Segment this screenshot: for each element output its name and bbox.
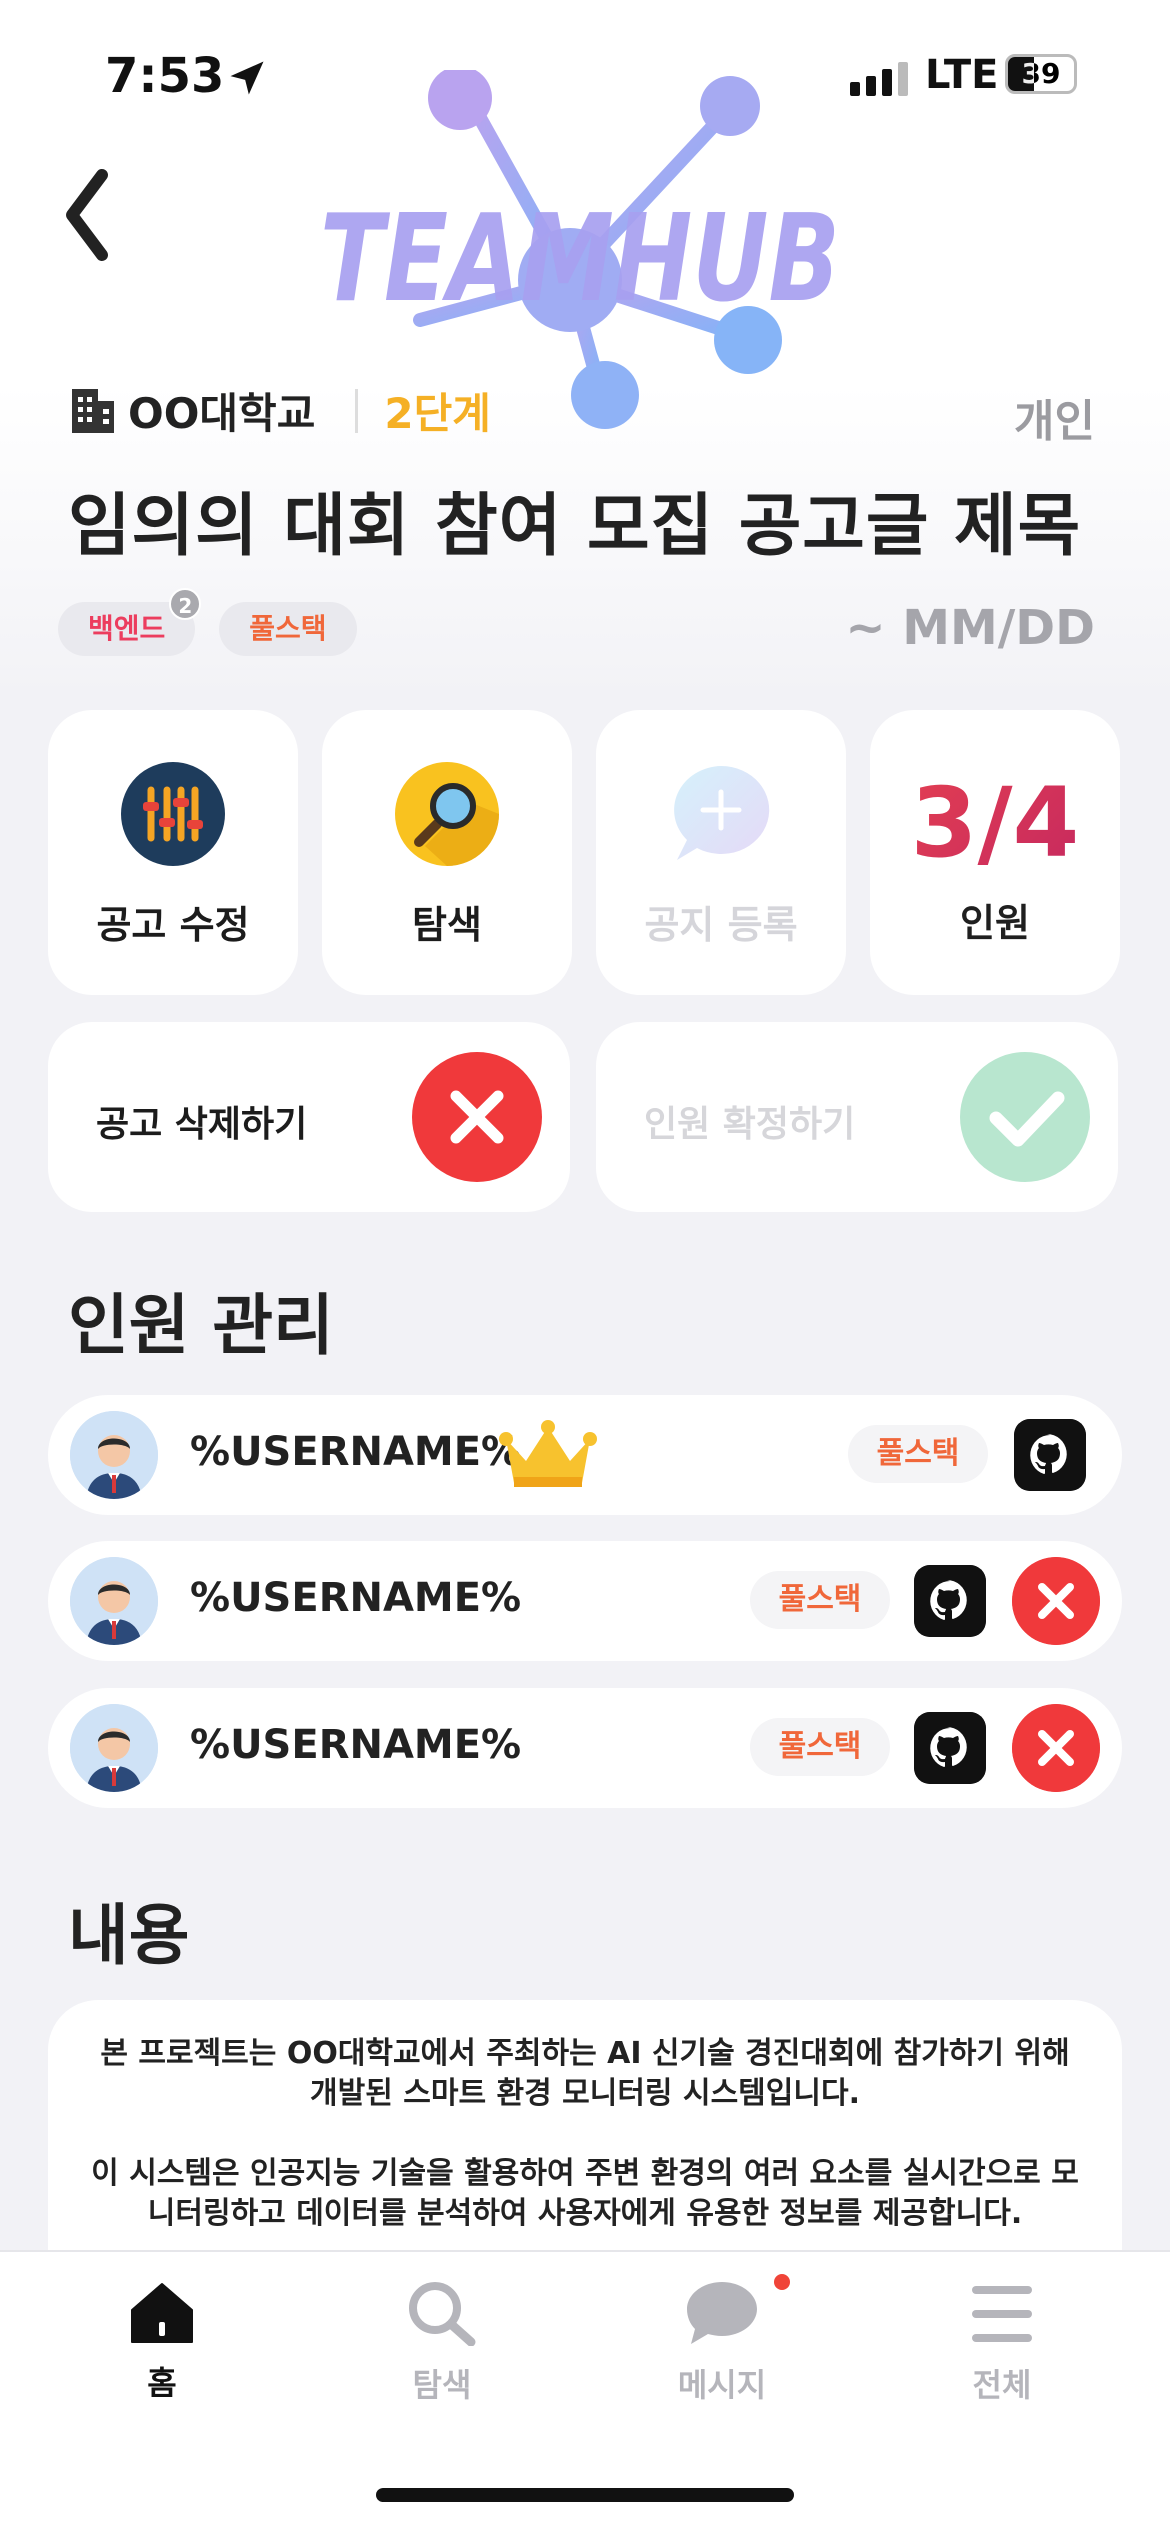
check-icon bbox=[960, 1052, 1090, 1182]
unread-dot bbox=[774, 2274, 790, 2290]
logo-text: TEAMHUB bbox=[320, 190, 840, 329]
stage-label: 2단계 bbox=[384, 389, 491, 438]
tab-message[interactable]: 메시지 bbox=[622, 2280, 822, 2406]
crown-icon bbox=[499, 1420, 597, 1487]
edit-post-button[interactable]: 공고 수정 bbox=[48, 710, 298, 995]
confirm-members-label: 인원 확정하기 bbox=[644, 1104, 856, 1145]
content-section-title: 내용 bbox=[68, 1897, 190, 1974]
location-arrow-icon bbox=[230, 61, 264, 95]
deadline: ~ MM/DD bbox=[845, 600, 1095, 656]
explore-label: 탐색 bbox=[412, 903, 482, 947]
post-meta: OO대학교 2단계 bbox=[70, 380, 491, 441]
magnifier-icon bbox=[395, 762, 499, 866]
github-icon[interactable] bbox=[1014, 1419, 1086, 1491]
member-name: %USERNAME% bbox=[190, 1429, 522, 1475]
tab-search[interactable]: 탐색 bbox=[342, 2280, 542, 2406]
delete-post-button[interactable]: 공고 삭제하기 bbox=[48, 1022, 570, 1212]
content-paragraph: 본 프로젝트는 OO대학교에서 주최하는 AI 신기술 경진대회에 참가하기 위… bbox=[100, 2036, 1070, 2111]
confirm-members-button[interactable]: 인원 확정하기 bbox=[596, 1022, 1118, 1212]
member-role: 풀스택 bbox=[750, 1718, 890, 1776]
add-notice-icon bbox=[674, 765, 770, 860]
chat-bubble-icon bbox=[687, 2282, 757, 2344]
building-icon bbox=[72, 388, 114, 433]
member-row: %USERNAME% 풀스택 bbox=[48, 1688, 1122, 1808]
remove-member-icon[interactable] bbox=[1012, 1557, 1100, 1645]
post-title: 임의의 대회 참여 모집 공고글 제목 bbox=[68, 487, 1082, 566]
remove-member-icon[interactable] bbox=[1012, 1704, 1100, 1792]
status-time: 7:53 bbox=[105, 48, 225, 104]
github-icon[interactable] bbox=[914, 1565, 986, 1637]
back-arrow-icon[interactable] bbox=[62, 165, 112, 265]
post-type: 개인 bbox=[1014, 396, 1095, 447]
member-section-title: 인원 관리 bbox=[68, 1287, 334, 1364]
avatar bbox=[70, 1704, 158, 1792]
member-role: 풀스택 bbox=[848, 1425, 988, 1483]
network-label: LTE bbox=[925, 52, 999, 98]
members-ratio: 3/4 bbox=[910, 767, 1080, 879]
edit-post-label: 공고 수정 bbox=[96, 903, 250, 947]
tab-home[interactable]: 홈 bbox=[62, 2280, 262, 2404]
avatar bbox=[70, 1411, 158, 1499]
menu-icon bbox=[972, 2286, 1032, 2342]
member-row: %USERNAME% 풀스택 bbox=[48, 1395, 1122, 1515]
member-role: 풀스택 bbox=[750, 1571, 890, 1629]
divider bbox=[355, 388, 359, 433]
member-name: %USERNAME% bbox=[190, 1575, 522, 1621]
tag-label: 백엔드 bbox=[88, 612, 166, 645]
tag-fullstack: 풀스택 bbox=[219, 602, 357, 656]
members-count-card: 3/4 인원 bbox=[870, 710, 1120, 995]
tag-label: 풀스택 bbox=[249, 612, 327, 645]
member-name: %USERNAME% bbox=[190, 1722, 522, 1768]
home-indicator bbox=[376, 2488, 794, 2502]
search-icon bbox=[409, 2282, 476, 2346]
tag-backend: 백엔드 2 bbox=[58, 588, 202, 656]
university-name: OO대학교 bbox=[128, 389, 316, 438]
close-icon bbox=[412, 1052, 542, 1182]
tab-message-label: 메시지 bbox=[677, 2366, 767, 2404]
tag-list: 백엔드 2 풀스택 bbox=[58, 588, 357, 656]
tab-search-label: 탐색 bbox=[412, 2366, 472, 2404]
delete-post-label: 공고 삭제하기 bbox=[96, 1104, 308, 1145]
sliders-icon bbox=[121, 762, 225, 866]
battery-icon: 39 bbox=[1005, 54, 1077, 94]
register-notice-button[interactable]: 공지 등록 bbox=[596, 710, 846, 995]
tab-home-label: 홈 bbox=[147, 2364, 177, 2402]
register-notice-label: 공지 등록 bbox=[644, 903, 798, 947]
member-row: %USERNAME% 풀스택 bbox=[48, 1541, 1122, 1661]
tab-all[interactable]: 전체 bbox=[902, 2280, 1102, 2406]
explore-button[interactable]: 탐색 bbox=[322, 710, 572, 995]
tag-count-badge: 2 bbox=[169, 588, 202, 620]
members-label: 인원 bbox=[960, 901, 1030, 945]
github-icon[interactable] bbox=[914, 1712, 986, 1784]
tab-all-label: 전체 bbox=[972, 2366, 1032, 2404]
content-paragraph: 이 시스템은 인공지능 기술을 활용하여 주변 환경의 여러 요소를 실시간으로… bbox=[91, 2156, 1079, 2231]
avatar bbox=[70, 1557, 158, 1645]
battery-percent: 39 bbox=[1021, 57, 1061, 90]
home-icon bbox=[131, 2283, 193, 2343]
